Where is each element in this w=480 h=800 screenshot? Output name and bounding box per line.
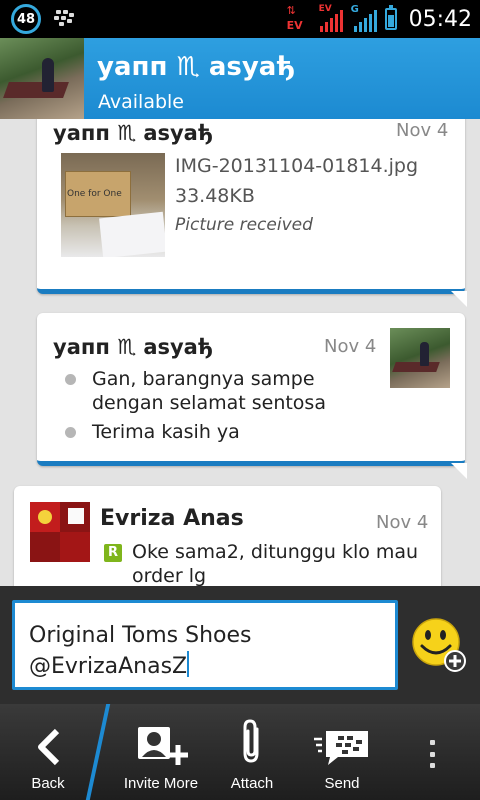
action-bar: Back Invite More Attach Send (0, 704, 480, 800)
message-bubble[interactable]: yaпп ♏ asyaђ Nov 4 Gan, barangnya sampe … (37, 313, 467, 479)
compose-area: Original Toms Shoes @EvrizaAnasZ (0, 586, 480, 704)
add-contact-icon (138, 727, 188, 765)
battery-charging-icon (384, 5, 397, 30)
emoticon-picker-icon[interactable] (410, 616, 466, 672)
message-date: Nov 4 (324, 336, 377, 357)
message-input[interactable]: Original Toms Shoes @EvrizaAnasZ (12, 600, 398, 690)
message-line: Terima kasih ya (63, 420, 363, 444)
bullet-icon (65, 427, 76, 438)
message-bubble[interactable]: yaпп ♏ asyaђ Nov 4 One for One IMG-20131… (37, 119, 467, 307)
message-bubble-sent[interactable]: Evriza Anas Nov 4 R Oke sama2, ditunggu … (14, 486, 441, 586)
bubble-tail (451, 291, 467, 307)
clock: 05:42 (408, 6, 472, 32)
status-bar: 48 ⇅ EV EV G 05:42 (0, 0, 480, 38)
back-label: Back (31, 775, 65, 792)
back-arrow-icon (38, 728, 60, 766)
bubble-tail (451, 463, 467, 479)
attach-button[interactable]: Attach (210, 704, 294, 800)
attachment-file-size: 33.48KB (175, 185, 255, 207)
attachment-file-name: IMG-20131104-01814.jpg (175, 155, 419, 177)
invite-more-button[interactable]: Invite More (112, 704, 210, 800)
my-avatar (30, 502, 90, 562)
contact-avatar[interactable] (0, 38, 84, 119)
bbm-icon (54, 10, 74, 26)
attachment-status: Picture received (175, 215, 313, 235)
chat-history[interactable]: yaпп ♏ asyaђ Nov 4 One for One IMG-20131… (0, 119, 480, 586)
notification-count-badge[interactable]: 48 (11, 4, 41, 34)
bullet-icon (65, 374, 76, 385)
ev-data-icon: ⇅ EV (286, 4, 303, 33)
text-cursor (187, 651, 190, 677)
picture-thumbnail[interactable]: One for One (61, 153, 165, 257)
contact-name: yaпп ♏ asyaђ (97, 52, 295, 82)
signal-icon: EV (319, 4, 343, 34)
overflow-menu-icon[interactable] (428, 740, 436, 768)
message-sender: yaпп ♏ asyaђ (53, 121, 213, 145)
message-sender: yaпп ♏ asyaђ (53, 335, 213, 359)
message-lines: Gan, barangnya sampe dengan selamat sent… (63, 367, 363, 449)
paperclip-icon (243, 719, 259, 763)
message-date: Nov 4 (396, 120, 449, 141)
bbm-send-icon (314, 731, 368, 765)
notification-count: 48 (16, 11, 36, 27)
message-date: Nov 4 (376, 512, 429, 533)
signal-icon-2: G (351, 4, 377, 34)
message-line: Gan, barangnya sampe dengan selamat sent… (63, 367, 363, 415)
invite-more-label: Invite More (123, 775, 199, 792)
read-receipt-icon: R (104, 544, 122, 562)
message-text: Oke sama2, ditunggu klo mau order lg (132, 541, 419, 586)
contact-status: Available (98, 91, 185, 113)
chat-header[interactable]: yaпп ♏ asyaђ Available (0, 38, 480, 119)
message-sender: Evriza Anas (100, 506, 244, 531)
send-button[interactable]: Send (300, 704, 384, 800)
back-button[interactable]: Back (0, 704, 96, 800)
attach-label: Attach (230, 775, 274, 792)
send-label: Send (324, 775, 360, 792)
sender-photo-thumbnail[interactable] (390, 328, 450, 388)
